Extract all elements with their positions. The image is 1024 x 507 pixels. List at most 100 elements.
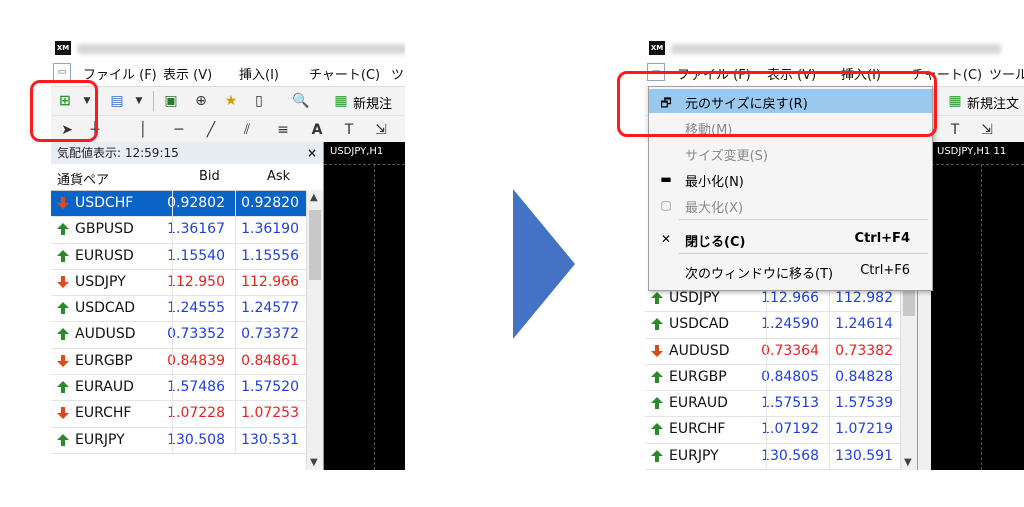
- ask-price: 1.07253: [241, 405, 299, 422]
- quote-row[interactable]: EURGBP 0.84805 0.84828: [645, 365, 917, 392]
- quote-row[interactable]: EURCHF 1.07228 1.07253: [51, 401, 323, 428]
- crosshair-icon[interactable]: ⊕: [191, 91, 211, 111]
- symbol: EURUSD: [75, 247, 134, 264]
- context-menu-item: サイズ変更(S): [649, 141, 932, 165]
- menu-separator: [679, 219, 928, 220]
- context-menu-item[interactable]: 次のウィンドウに移る(T) Ctrl+F6: [649, 259, 932, 283]
- quote-row[interactable]: USDCHF 0.92802 0.92820: [51, 191, 323, 218]
- quote-row[interactable]: USDCAD 1.24555 1.24577: [51, 296, 323, 323]
- ask-price: 1.57539: [835, 395, 893, 412]
- toolbar-main: ⊞ ▼ ▤ ▼ ▣ ⊕ ★ ▯ 🔍 ▦ 新規注: [51, 86, 405, 115]
- symbol: USDCAD: [669, 316, 730, 333]
- grid-line: [931, 164, 1024, 166]
- horizontal-line-icon[interactable]: ─: [169, 120, 189, 140]
- quote-row[interactable]: EURJPY 130.568 130.591: [645, 444, 917, 470]
- scroll-thumb[interactable]: [309, 210, 321, 280]
- vertical-line-icon[interactable]: │: [133, 120, 153, 140]
- bid-price: 1.07228: [167, 405, 225, 422]
- ask-price: 0.84861: [241, 352, 299, 369]
- bid-price: 1.36167: [167, 221, 225, 238]
- trendline-icon[interactable]: ╱: [201, 120, 221, 140]
- grid-line: [374, 164, 376, 470]
- bid-price: 130.508: [167, 431, 225, 448]
- chart-window[interactable]: USDJPY,H1 11: [931, 142, 1024, 470]
- navigator-icon[interactable]: ★: [221, 91, 241, 111]
- text-label-icon[interactable]: T: [339, 120, 359, 140]
- grid-line: [981, 164, 983, 470]
- col-symbol[interactable]: 通貨ペア: [57, 169, 109, 188]
- new-order-label[interactable]: 新規注文: [967, 93, 1019, 112]
- ask-price: 0.84828: [835, 368, 893, 385]
- arrows-icon[interactable]: ⇲: [977, 120, 997, 140]
- text-tool-icon[interactable]: A: [307, 120, 327, 140]
- scrollbar[interactable]: ▼: [900, 282, 917, 470]
- xm-logo: XM: [649, 41, 665, 55]
- new-order-icon[interactable]: ▦: [331, 91, 351, 111]
- ask-price: 1.15556: [241, 247, 299, 264]
- scroll-down-icon[interactable]: ▼: [904, 457, 912, 468]
- close-icon[interactable]: ×: [307, 142, 317, 164]
- bid-price: 0.73352: [167, 326, 225, 343]
- quote-row[interactable]: EURGBP 0.84839 0.84861: [51, 349, 323, 376]
- new-order-icon[interactable]: ▦: [945, 91, 965, 111]
- tester-icon[interactable]: 🔍: [291, 91, 311, 111]
- context-menu-label: 閉じる(C): [685, 235, 746, 250]
- arrow-up-icon: [57, 328, 69, 341]
- profiles-icon[interactable]: ▤: [107, 91, 127, 111]
- quote-row[interactable]: EURAUD 1.57486 1.57520: [51, 375, 323, 402]
- bid-price: 1.24590: [761, 316, 819, 333]
- scroll-down-icon[interactable]: ▼: [310, 457, 318, 468]
- context-menu-label: 最小化(N): [685, 175, 744, 190]
- symbol: EURGBP: [669, 368, 727, 385]
- window-menu-icon[interactable]: ▭: [53, 63, 71, 81]
- scroll-up-icon[interactable]: ▲: [310, 192, 318, 203]
- context-menu-item[interactable]: ▬ 最小化(N): [649, 167, 932, 191]
- ask-price: 1.24614: [835, 316, 893, 333]
- menu-insert[interactable]: 挿入(I): [239, 64, 279, 83]
- text-label-icon[interactable]: T: [945, 120, 965, 140]
- new-order-label[interactable]: 新規注: [353, 93, 392, 112]
- quote-row[interactable]: GBPUSD 1.36167 1.36190: [51, 217, 323, 244]
- context-menu-label: 最大化(X): [685, 201, 744, 216]
- quote-row[interactable]: AUDUSD 0.73352 0.73372: [51, 322, 323, 349]
- menu-file[interactable]: ファイル (F): [83, 64, 157, 83]
- ask-price: 1.24577: [241, 300, 299, 317]
- context-menu-item[interactable]: ✕ 閉じる(C) Ctrl+F4: [649, 227, 932, 251]
- quote-row[interactable]: EURJPY 130.508 130.531: [51, 428, 323, 454]
- channel-icon[interactable]: ⫽: [237, 120, 257, 140]
- title-bar: XM: [645, 38, 1024, 60]
- quote-row[interactable]: EURUSD 1.15540 1.15556: [51, 244, 323, 270]
- quote-row[interactable]: AUDUSD 0.73364 0.73382: [645, 339, 917, 365]
- terminal-icon[interactable]: ▯: [249, 91, 269, 111]
- quote-row[interactable]: EURAUD 1.57513 1.57539: [645, 391, 917, 418]
- col-ask[interactable]: Ask: [267, 169, 290, 184]
- column-divider: [172, 191, 173, 454]
- quote-row[interactable]: EURCHF 1.07192 1.07219: [645, 417, 917, 444]
- chevron-down-icon[interactable]: ▼: [129, 91, 149, 111]
- bid-price: 0.73364: [761, 342, 819, 359]
- col-bid[interactable]: Bid: [199, 169, 220, 184]
- scrollbar[interactable]: ▲ ▼: [306, 190, 323, 470]
- menu-chart[interactable]: チャート(C): [309, 64, 380, 83]
- chart-window[interactable]: USDJPY,H1: [324, 142, 405, 470]
- market-watch-title: 気配値表示: 12:59:15: [57, 146, 179, 160]
- transition-arrow-icon: [513, 189, 575, 339]
- quote-row[interactable]: USDJPY 112.950 112.966: [51, 270, 323, 297]
- column-divider: [829, 286, 830, 470]
- title-bar: XM: [51, 38, 405, 60]
- market-watch-icon[interactable]: ▣: [161, 91, 181, 111]
- menu-tools[interactable]: ツ: [391, 64, 404, 83]
- highlight-box-restore: [617, 71, 937, 137]
- symbol: EURCHF: [75, 405, 132, 422]
- symbol: AUDUSD: [669, 342, 730, 359]
- menu-tools[interactable]: ツール: [989, 64, 1024, 83]
- menu-view[interactable]: 表示 (V): [163, 64, 212, 83]
- arrow-up-icon: [57, 381, 69, 394]
- quote-row[interactable]: USDCAD 1.24590 1.24614: [645, 312, 917, 339]
- shortcut-label: Ctrl+F4: [854, 231, 910, 246]
- arrows-icon[interactable]: ⇲: [371, 120, 391, 140]
- separator: [153, 91, 154, 111]
- fibonacci-icon[interactable]: ≡: [273, 120, 293, 140]
- blurred-title: [671, 44, 1001, 54]
- arrow-up-icon: [57, 433, 69, 446]
